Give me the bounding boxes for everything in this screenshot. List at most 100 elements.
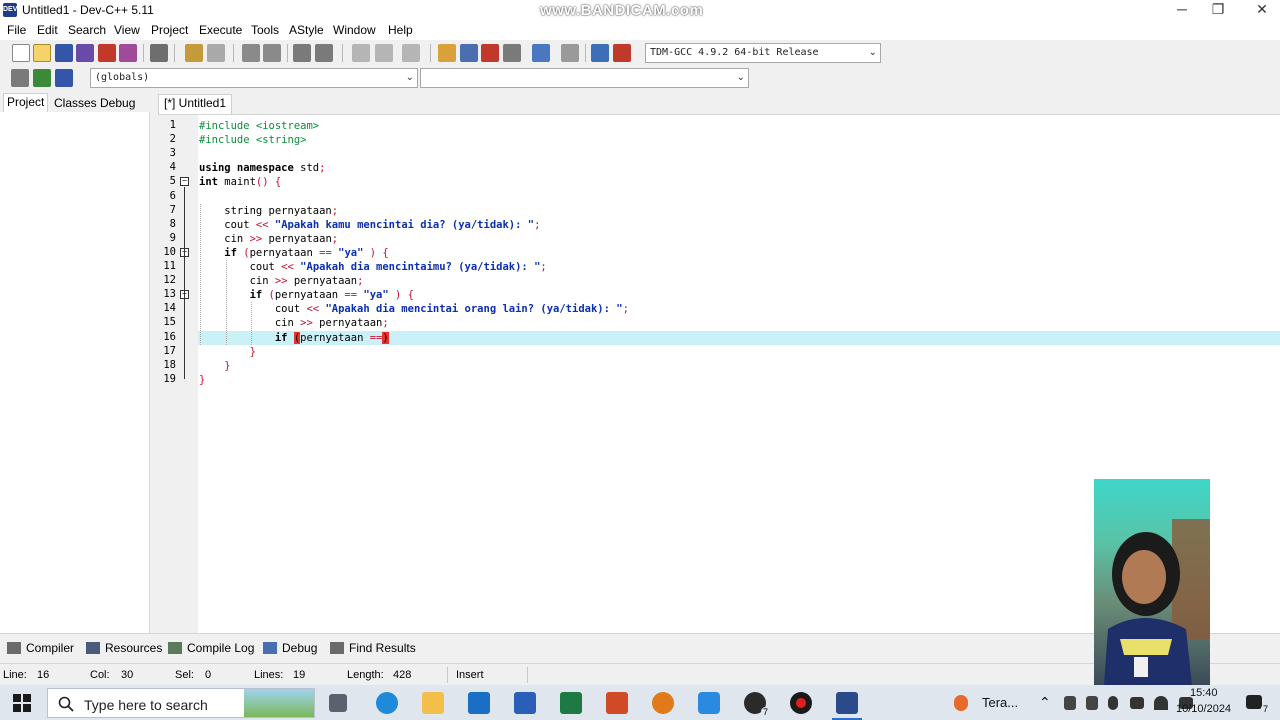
weather-icon[interactable] [954, 695, 968, 711]
scope-select[interactable]: (globals) ⌄ [90, 68, 418, 88]
project-tree[interactable] [0, 112, 150, 633]
fold-collapse-icon[interactable]: − [180, 177, 189, 187]
close-file-icon[interactable] [98, 44, 116, 62]
menu-project[interactable]: Project [151, 23, 188, 37]
menu-edit[interactable]: Edit [37, 23, 58, 37]
close-button[interactable]: ✕ [1242, 0, 1280, 20]
code-line[interactable]: cout << "Apakah dia mencintai orang lain… [199, 302, 629, 316]
file-explorer-icon[interactable] [422, 692, 444, 714]
find-icon[interactable] [242, 44, 260, 62]
toolbar-separator [287, 44, 288, 62]
battery-icon[interactable] [1130, 697, 1144, 709]
undo-icon[interactable] [185, 44, 203, 62]
code-token: cin [199, 232, 250, 245]
code-line[interactable]: if (pernyataan ==) [199, 331, 389, 345]
clock-date[interactable]: 10/10/2024 [1176, 703, 1231, 715]
code-line[interactable]: string pernyataan; [199, 204, 338, 218]
weather-text[interactable]: Tera... [982, 695, 1018, 710]
panel-splitter[interactable] [150, 92, 158, 633]
menu-help[interactable]: Help [388, 23, 413, 37]
code-line[interactable]: #include <string> [199, 133, 306, 147]
code-line[interactable]: cin >> pernyataan; [199, 232, 338, 246]
menu-view[interactable]: View [114, 23, 140, 37]
powerpoint-icon[interactable] [606, 692, 628, 714]
tab-project[interactable]: Project [3, 93, 49, 113]
compile-run-icon[interactable] [481, 44, 499, 62]
bandicam-record-icon[interactable] [790, 692, 812, 714]
chevron-up-icon[interactable]: ⌃ [1039, 694, 1051, 711]
tab-resources[interactable]: Resources [86, 641, 162, 655]
taskbar-search-box[interactable]: Type here to search [47, 688, 315, 718]
minimize-button[interactable]: ─ [1162, 0, 1202, 20]
whatsapp-icon[interactable]: 7 [744, 692, 770, 717]
new-file-icon[interactable] [12, 44, 30, 62]
goto-icon[interactable] [33, 69, 51, 87]
word-icon[interactable] [514, 692, 536, 714]
code-line[interactable]: cout << "Apakah kamu mencintai dia? (ya/… [199, 218, 540, 232]
unindent-icon[interactable] [315, 44, 333, 62]
menu-search[interactable]: Search [68, 23, 106, 37]
clock-time[interactable]: 15:40 [1190, 687, 1218, 699]
redo-icon[interactable] [207, 44, 225, 62]
close-all-icon[interactable] [119, 44, 137, 62]
devcpp-taskbar-icon[interactable] [836, 692, 858, 714]
tray-app-icon[interactable] [1064, 696, 1076, 710]
code-line[interactable]: if (pernyataan == "ya" ) { [199, 246, 388, 260]
compiler-select[interactable]: TDM-GCC 4.9.2 64-bit Release ⌄ [645, 43, 881, 63]
tab-debug[interactable]: Debug [97, 95, 138, 111]
code-line[interactable]: #include <iostream> [199, 119, 319, 133]
tab-compiler[interactable]: Compiler [7, 641, 74, 655]
code-line[interactable]: int maint() { [199, 175, 281, 189]
code-line[interactable]: using namespace std; [199, 161, 325, 175]
toggle-bookmark-icon[interactable] [352, 44, 370, 62]
member-select[interactable]: ⌄ [420, 68, 749, 88]
tab-compile-log[interactable]: Compile Log [168, 641, 254, 655]
stop-execution-icon[interactable] [561, 44, 579, 62]
edge-browser-icon[interactable] [376, 692, 398, 714]
profile-chart-icon[interactable] [591, 44, 609, 62]
tab-classes[interactable]: Classes [51, 95, 100, 111]
mail-icon[interactable] [468, 692, 490, 714]
comment-icon[interactable] [402, 44, 420, 62]
debug-icon[interactable] [613, 44, 631, 62]
indent-icon[interactable] [293, 44, 311, 62]
code-line[interactable]: } [199, 359, 230, 373]
compile-icon[interactable] [438, 44, 456, 62]
code-line[interactable]: if (pernyataan == "ya" ) { [199, 288, 414, 302]
editor-tab-untitled1[interactable]: [*] Untitled1 [158, 94, 233, 114]
code-line[interactable]: cin >> pernyataan; [199, 274, 364, 288]
check-syntax-icon[interactable] [532, 44, 550, 62]
code-line[interactable]: cout << "Apakah dia mencintaimu? (ya/tid… [199, 260, 547, 274]
code-line[interactable]: } [199, 345, 256, 359]
task-view-icon[interactable] [329, 694, 347, 712]
open-file-icon[interactable] [33, 44, 51, 62]
code-line[interactable]: } [199, 373, 205, 387]
microphone-icon[interactable] [1108, 696, 1118, 710]
store-app-icon[interactable] [698, 692, 720, 714]
goto-bookmark-icon[interactable] [375, 44, 393, 62]
tray-app-icon[interactable] [1086, 696, 1098, 710]
rebuild-all-icon[interactable] [503, 44, 521, 62]
tab-debug-output[interactable]: Debug [263, 641, 317, 655]
menu-astyle[interactable]: AStyle [289, 23, 324, 37]
restore-button[interactable]: ❐ [1198, 0, 1238, 20]
print-icon[interactable] [150, 44, 168, 62]
save-icon[interactable] [55, 44, 73, 62]
menu-window[interactable]: Window [333, 23, 376, 37]
tab-find-results[interactable]: Find Results [330, 641, 416, 655]
menu-execute[interactable]: Execute [199, 23, 242, 37]
status-separator [447, 667, 448, 683]
replace-icon[interactable] [263, 44, 281, 62]
windows-start-icon[interactable] [12, 693, 32, 713]
menu-file[interactable]: File [7, 23, 26, 37]
save-all-icon[interactable] [76, 44, 94, 62]
fl-studio-icon[interactable] [652, 692, 674, 714]
wifi-icon[interactable] [1154, 696, 1168, 710]
menu-tools[interactable]: Tools [251, 23, 279, 37]
run-icon[interactable] [460, 44, 478, 62]
bookmark-icon[interactable] [55, 69, 73, 87]
excel-icon[interactable] [560, 692, 582, 714]
insert-icon[interactable] [11, 69, 29, 87]
code-line[interactable]: cin >> pernyataan; [199, 316, 389, 330]
notification-icon[interactable]: 7 [1246, 695, 1270, 714]
